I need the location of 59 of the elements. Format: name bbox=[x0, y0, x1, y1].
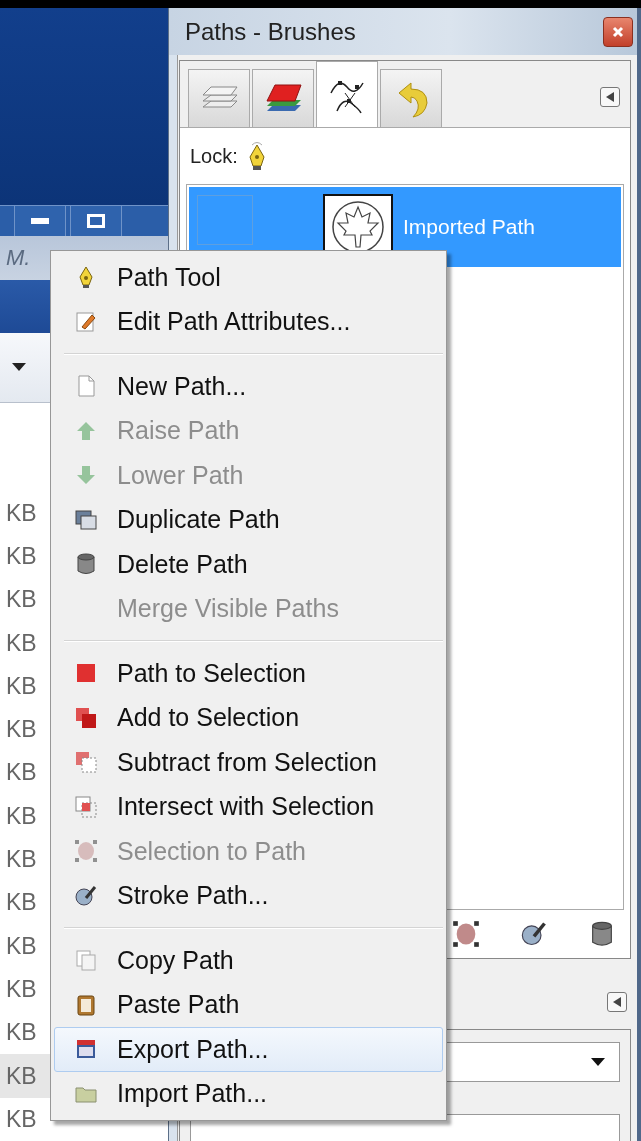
size-cell: KB bbox=[6, 1019, 37, 1047]
intersect-squares-icon bbox=[74, 794, 98, 819]
menu-item[interactable]: Duplicate Path bbox=[54, 497, 443, 542]
size-cell: KB bbox=[6, 586, 37, 614]
size-cell: KB bbox=[6, 716, 37, 744]
maximize-icon bbox=[87, 213, 105, 228]
visibility-toggle[interactable] bbox=[197, 195, 253, 245]
brush-icon bbox=[74, 883, 98, 908]
menu-item[interactable]: Stroke Path... bbox=[54, 873, 443, 918]
stacked-windows-icon bbox=[74, 507, 98, 532]
size-cell: KB bbox=[6, 672, 37, 700]
size-cell: KB bbox=[6, 802, 37, 830]
brush-icon[interactable] bbox=[520, 920, 548, 948]
menu-item[interactable]: Paste Path bbox=[54, 982, 443, 1027]
clipboard-icon bbox=[74, 992, 98, 1017]
menu-item[interactable]: Add to Selection bbox=[54, 695, 443, 740]
size-cell: KB bbox=[6, 543, 37, 570]
minimize-button[interactable] bbox=[14, 205, 66, 236]
caret-down-icon bbox=[591, 1058, 605, 1066]
maximize-button[interactable] bbox=[70, 205, 122, 236]
notepad-pencil-icon bbox=[74, 309, 98, 334]
menu-item[interactable]: Intersect with Selection bbox=[54, 784, 443, 829]
dock-tab[interactable] bbox=[316, 61, 378, 127]
dialog-title: Paths - Brushes bbox=[185, 17, 356, 46]
size-cell: KB bbox=[6, 499, 37, 527]
close-icon bbox=[612, 25, 624, 38]
menu-item[interactable]: Delete Path bbox=[54, 542, 443, 587]
caret-down-icon bbox=[12, 363, 26, 372]
size-cell: KB bbox=[6, 759, 37, 787]
dotted-oval-icon[interactable] bbox=[452, 920, 480, 948]
menu-item[interactable]: Subtract from Selection bbox=[54, 740, 443, 785]
menu-item[interactable]: Copy Path bbox=[54, 938, 443, 983]
size-cell: KB bbox=[6, 1062, 37, 1090]
path-name: Imported Path bbox=[403, 215, 535, 239]
menu-item[interactable]: Path to Selection bbox=[54, 651, 443, 696]
copy-icon bbox=[74, 948, 98, 973]
menu-item[interactable]: New Path... bbox=[54, 364, 443, 409]
overlapping-squares-icon bbox=[74, 705, 98, 730]
size-cell: KB bbox=[6, 846, 37, 874]
trash-can-icon bbox=[74, 552, 98, 577]
size-cell: KB bbox=[6, 975, 37, 1003]
triangle-left-icon bbox=[605, 92, 615, 102]
menu-item[interactable]: Edit Path Attributes... bbox=[54, 299, 443, 344]
size-cell: KB bbox=[6, 932, 37, 960]
menu-item[interactable]: Import Path... bbox=[54, 1071, 443, 1116]
size-cell: KB bbox=[6, 889, 37, 917]
panel-menu-button[interactable] bbox=[600, 87, 620, 107]
close-button[interactable] bbox=[603, 16, 633, 47]
subtract-squares-icon bbox=[74, 750, 98, 775]
size-cell: KB bbox=[6, 1105, 37, 1133]
dotted-oval-icon bbox=[74, 839, 98, 864]
triangle-left-icon bbox=[612, 997, 622, 1007]
menu-item[interactable]: Export Path... bbox=[54, 1027, 443, 1072]
minimize-icon bbox=[31, 217, 49, 224]
size-cell: KB bbox=[6, 629, 37, 657]
lock-label: Lock: bbox=[190, 144, 238, 168]
field-text: M. bbox=[5, 244, 31, 271]
dock-tab[interactable] bbox=[252, 69, 314, 127]
panel-menu-button[interactable] bbox=[607, 992, 627, 1012]
